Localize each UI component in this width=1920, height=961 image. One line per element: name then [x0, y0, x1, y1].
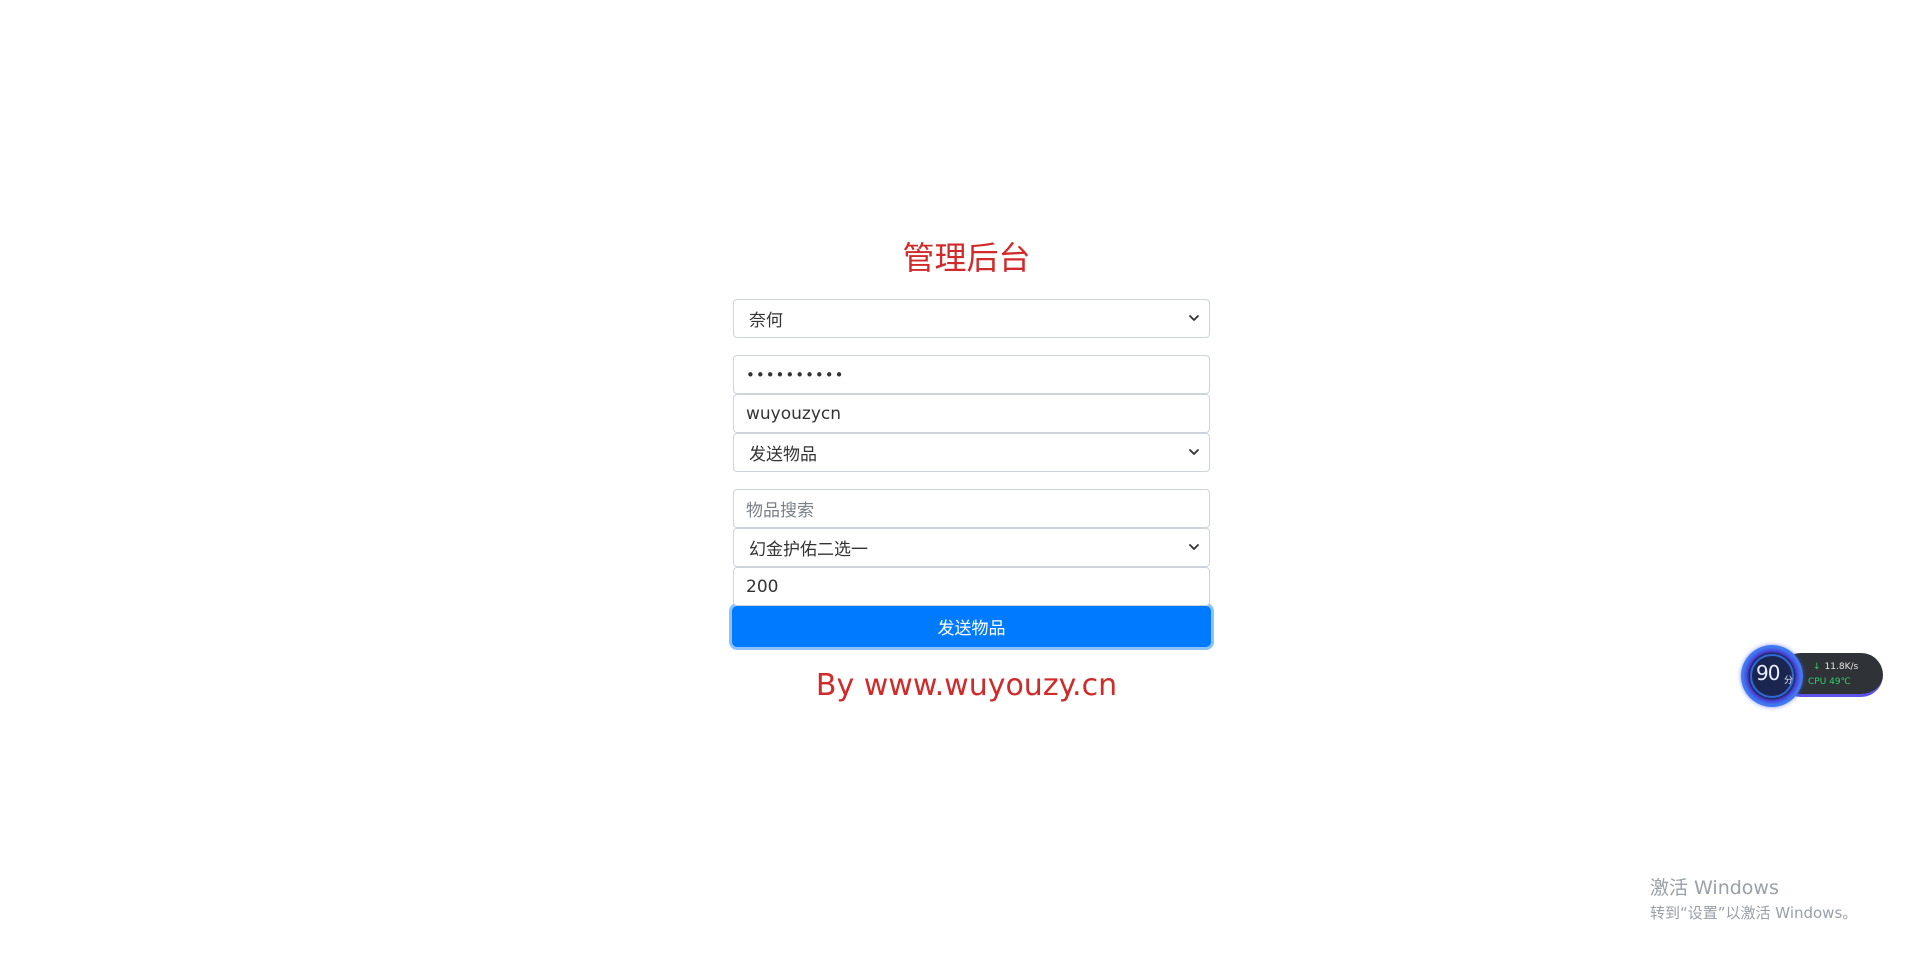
- item-search-placeholder: 物品搜索: [746, 501, 814, 521]
- item-select-value: 幻金护佑二选一: [749, 540, 868, 560]
- admin-page: 管理后台 奈何 •••••••••• wuyouzycn 发送物品 物品搜索 幻…: [0, 0, 1920, 961]
- chevron-down-icon: [1189, 448, 1199, 455]
- footer-credit: By www.wuyouzy.cn: [815, 668, 1118, 703]
- cpu-temperature: CPU 49℃: [1808, 677, 1851, 687]
- send-item-button[interactable]: 发送物品: [732, 606, 1211, 647]
- network-speed: ↓ 11.8K/s: [1813, 662, 1858, 672]
- password-value: ••••••••••: [746, 365, 845, 384]
- windows-activation-watermark: 激活 Windows 转到“设置”以激活 Windows。: [1650, 875, 1857, 923]
- server-select[interactable]: 奈何: [733, 299, 1210, 338]
- username-value: wuyouzycn: [746, 403, 842, 424]
- watermark-line2: 转到“设置”以激活 Windows。: [1650, 904, 1858, 922]
- item-select[interactable]: 幻金护佑二选一: [733, 528, 1210, 567]
- quantity-field[interactable]: 200: [733, 567, 1210, 606]
- quantity-value: 200: [746, 576, 779, 597]
- username-field[interactable]: wuyouzycn: [733, 394, 1210, 433]
- download-arrow-icon: ↓: [1813, 662, 1821, 672]
- page-title: 管理后台: [902, 239, 1031, 277]
- item-search-input[interactable]: 物品搜索: [733, 489, 1210, 528]
- watermark-line1: 激活 Windows: [1650, 877, 1779, 899]
- score-value: 90: [1756, 661, 1780, 685]
- action-select[interactable]: 发送物品: [733, 433, 1210, 472]
- performance-widget[interactable]: 90 分 ↓ 11.8K/s CPU 49℃: [1741, 645, 1883, 707]
- chevron-down-icon: [1189, 543, 1199, 550]
- password-field[interactable]: ••••••••••: [733, 355, 1210, 394]
- action-select-value: 发送物品: [749, 445, 817, 465]
- score-unit: 分: [1784, 676, 1794, 686]
- server-select-value: 奈何: [749, 311, 783, 331]
- chevron-down-icon: [1189, 314, 1199, 321]
- admin-form: 奈何 •••••••••• wuyouzycn 发送物品 物品搜索 幻金护佑二选…: [732, 299, 1211, 647]
- network-speed-value: 11.8K/s: [1824, 662, 1859, 672]
